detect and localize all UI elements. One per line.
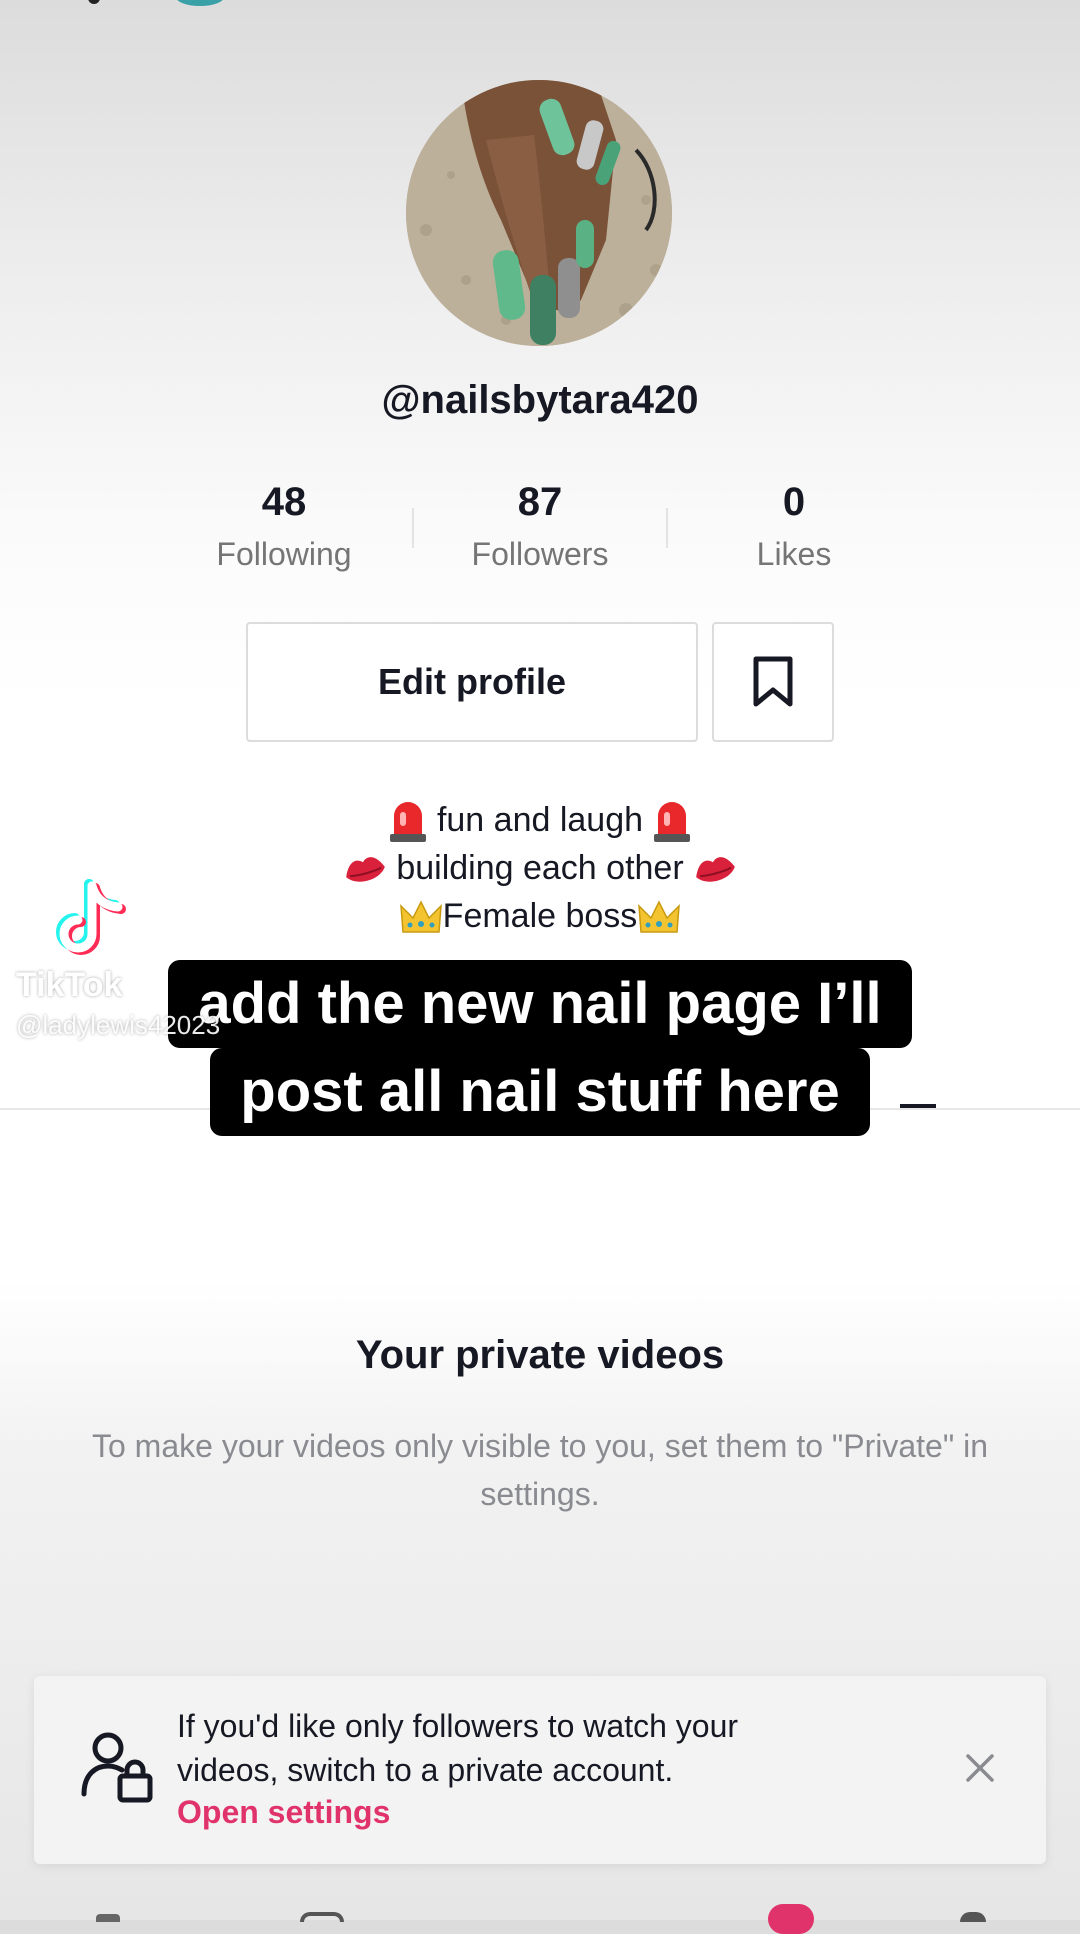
private-videos-description: To make your videos only visible to you,…: [91, 1428, 988, 1512]
profile-nav-icon[interactable]: [960, 1912, 986, 1922]
profile-stats: 48 Following 87 Followers 0 Likes: [0, 478, 1080, 578]
tiktok-brand: TikTok: [16, 966, 123, 1004]
back-icon[interactable]: [88, 0, 100, 4]
edit-profile-button[interactable]: Edit profile: [246, 622, 698, 742]
bio-line-text: Female boss: [442, 897, 638, 936]
stat-divider: [412, 508, 414, 548]
following-count: 48: [261, 480, 307, 524]
friends-icon[interactable]: [176, 0, 224, 6]
stat-following[interactable]: 48 Following: [184, 478, 384, 582]
open-settings-link[interactable]: Open settings: [177, 1794, 390, 1831]
watermark-handle: @ladylewis42023: [16, 1010, 221, 1040]
kiss-lips-emoji-icon: [346, 857, 385, 882]
private-videos-title: Your private videos: [355, 1333, 725, 1377]
username: @nailsbytara420: [381, 378, 699, 422]
following-label: Following: [216, 536, 352, 572]
avatar-photo: [406, 80, 672, 346]
likes-label: Likes: [756, 536, 832, 572]
bio-line-text: building each other: [396, 849, 684, 888]
tiktok-watermark: TikTok @ladylewis42023: [16, 876, 266, 1046]
bottom-nav-peek: [0, 1900, 1080, 1934]
home-icon[interactable]: [96, 1914, 120, 1922]
top-bar-peek: [0, 0, 1080, 10]
caption-line: add the new nail page I’ll: [168, 960, 912, 1048]
bookmark-icon: [753, 656, 793, 707]
caption-line: post all nail stuff here: [210, 1048, 870, 1136]
favorites-button[interactable]: [712, 622, 834, 742]
followers-label: Followers: [471, 536, 609, 572]
followers-count: 87: [517, 480, 563, 524]
user-lock-icon: [81, 1732, 153, 1803]
siren-emoji-icon: [654, 802, 691, 843]
kiss-lips-emoji-icon: [696, 857, 735, 882]
likes-count: 0: [782, 480, 806, 524]
crown-emoji-icon: [399, 900, 442, 933]
close-icon[interactable]: [960, 1748, 1000, 1788]
stat-followers[interactable]: 87 Followers: [440, 478, 640, 582]
banner-message: If you'd like only followers to watch yo…: [177, 1708, 739, 1788]
stat-divider: [666, 508, 668, 548]
tiktok-logo-icon: [56, 879, 126, 955]
friends-nav-icon[interactable]: [300, 1912, 344, 1922]
private-account-banner: If you'd like only followers to watch yo…: [34, 1676, 1046, 1864]
stat-likes[interactable]: 0 Likes: [694, 478, 894, 582]
inbox-badge: [768, 1904, 814, 1934]
bio-line: fun and laugh: [0, 796, 1080, 844]
siren-emoji-icon: [389, 802, 426, 843]
bio-line-text: fun and laugh: [436, 801, 644, 839]
crown-emoji-icon: [638, 900, 681, 933]
avatar[interactable]: [406, 80, 672, 346]
